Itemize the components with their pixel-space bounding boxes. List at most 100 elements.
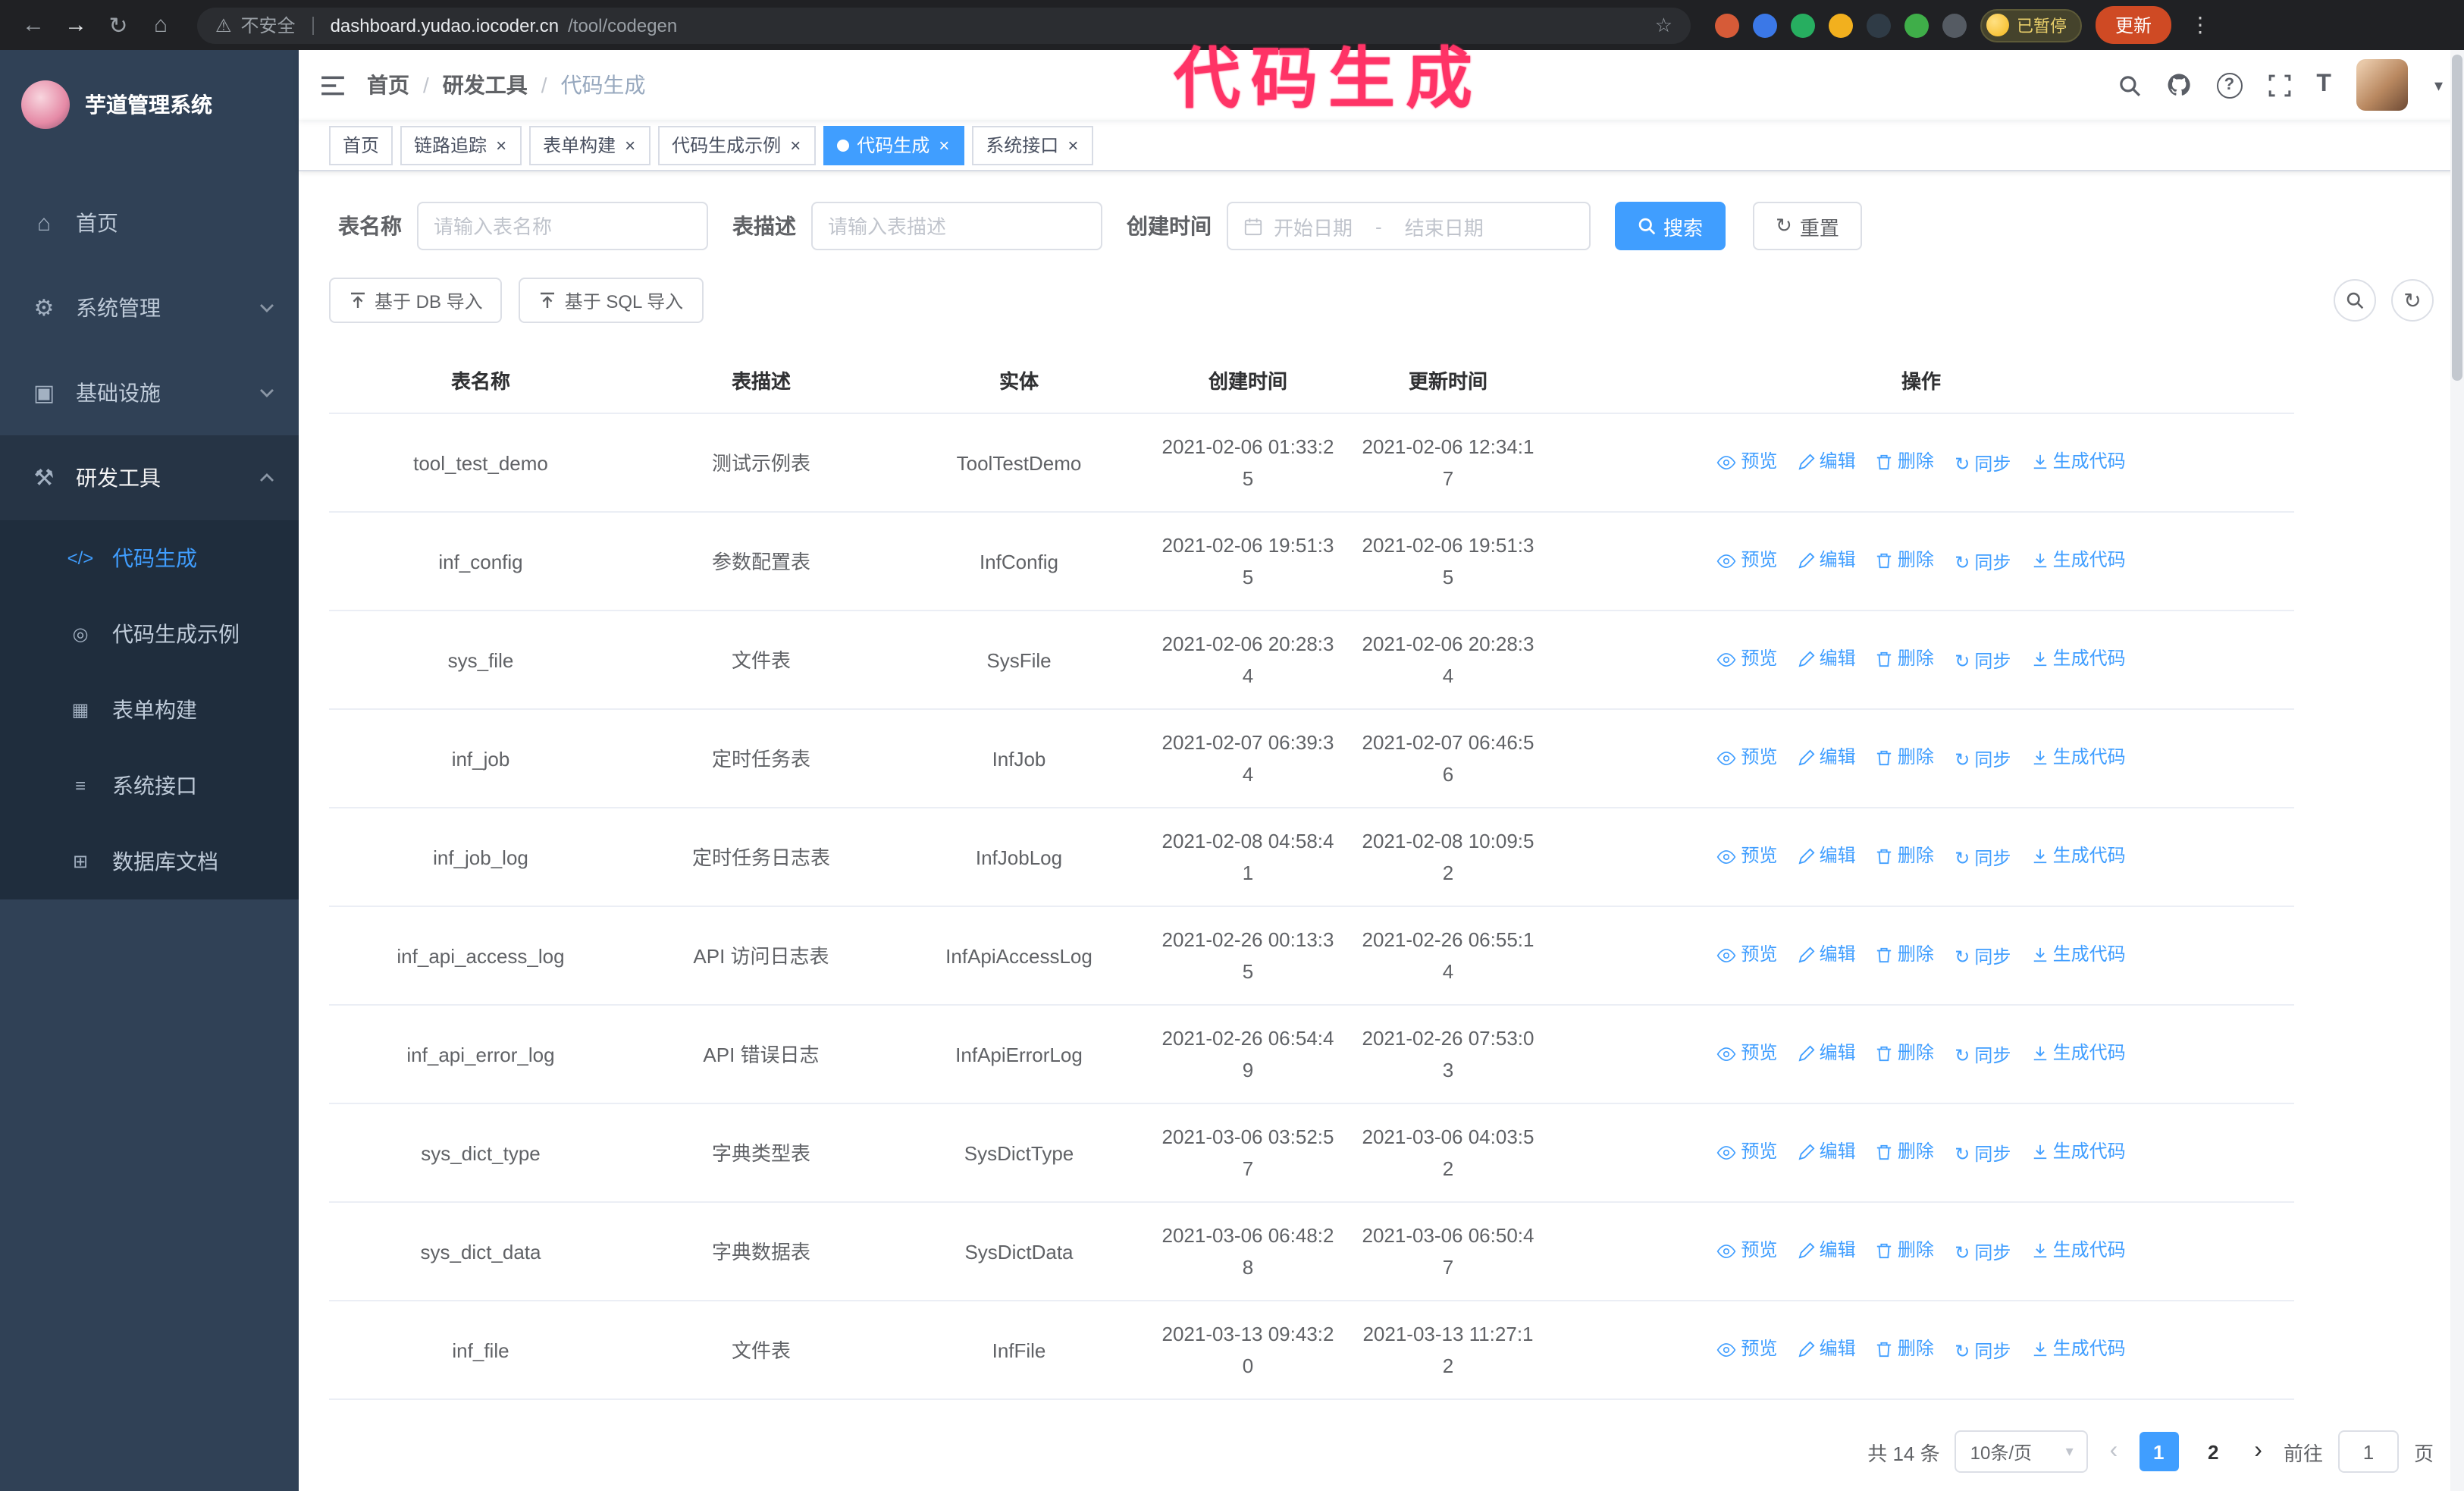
- breadcrumb-home[interactable]: 首页: [367, 70, 409, 100]
- generate-code-link[interactable]: 生成代码: [2032, 544, 2126, 576]
- generate-code-link[interactable]: 生成代码: [2032, 1135, 2126, 1167]
- edit-link[interactable]: 编辑: [1798, 1135, 1856, 1167]
- sidebar-item-devtools[interactable]: ⚒ 研发工具: [0, 435, 299, 520]
- sidebar-item-home[interactable]: ⌂ 首页: [0, 180, 299, 265]
- delete-link[interactable]: 删除: [1876, 741, 1934, 773]
- scrollbar-thumb[interactable]: [2452, 55, 2462, 381]
- extension-icon[interactable]: [1753, 13, 1777, 37]
- browser-home-button[interactable]: ⌂: [143, 12, 179, 38]
- generate-code-link[interactable]: 生成代码: [2032, 1037, 2126, 1069]
- page-number-1[interactable]: 1: [2139, 1432, 2179, 1471]
- browser-reload-button[interactable]: ↻: [100, 11, 136, 39]
- sidebar-item-infra[interactable]: ▣ 基础设施: [0, 350, 299, 435]
- delete-link[interactable]: 删除: [1876, 642, 1934, 674]
- delete-link[interactable]: 删除: [1876, 544, 1934, 576]
- search-button[interactable]: 搜索: [1615, 202, 1726, 250]
- edit-link[interactable]: 编辑: [1798, 840, 1856, 871]
- extension-icon[interactable]: [1791, 13, 1815, 37]
- generate-code-link[interactable]: 生成代码: [2032, 938, 2126, 970]
- generate-code-link[interactable]: 生成代码: [2032, 445, 2126, 477]
- preview-link[interactable]: 预览: [1716, 742, 1777, 774]
- sync-link[interactable]: ↻ 同步: [1955, 448, 2011, 480]
- close-tab-icon[interactable]: ×: [623, 136, 637, 154]
- delete-link[interactable]: 删除: [1876, 1135, 1934, 1167]
- fullscreen-icon[interactable]: [2268, 74, 2290, 96]
- delete-link[interactable]: 删除: [1876, 938, 1934, 970]
- prev-page-button[interactable]: ‹: [2104, 1439, 2124, 1464]
- sidebar-item-system[interactable]: ⚙ 系统管理: [0, 265, 299, 350]
- user-avatar[interactable]: [2356, 59, 2409, 111]
- page-scrollbar[interactable]: [2450, 50, 2464, 1491]
- github-icon[interactable]: [2166, 73, 2190, 97]
- delete-link[interactable]: 删除: [1876, 840, 1934, 871]
- import-sql-button[interactable]: 基于 SQL 导入: [519, 278, 704, 323]
- extension-icon[interactable]: [1904, 13, 1929, 37]
- edit-link[interactable]: 编辑: [1798, 445, 1856, 477]
- toggle-search-button[interactable]: [2334, 279, 2376, 322]
- bookmark-star-icon[interactable]: ☆: [1655, 13, 1672, 37]
- generate-code-link[interactable]: 生成代码: [2032, 642, 2126, 674]
- edit-link[interactable]: 编辑: [1798, 1332, 1856, 1364]
- extension-icon[interactable]: [1829, 13, 1853, 37]
- tab-home[interactable]: 首页: [329, 125, 393, 165]
- close-tab-icon[interactable]: ×: [788, 136, 802, 154]
- avatar-caret-icon[interactable]: ▾: [2434, 75, 2443, 95]
- edit-link[interactable]: 编辑: [1798, 544, 1856, 576]
- edit-link[interactable]: 编辑: [1798, 1234, 1856, 1266]
- generate-code-link[interactable]: 生成代码: [2032, 741, 2126, 773]
- preview-link[interactable]: 预览: [1716, 446, 1777, 478]
- help-icon[interactable]: ?: [2216, 72, 2243, 99]
- edit-link[interactable]: 编辑: [1798, 741, 1856, 773]
- import-db-button[interactable]: 基于 DB 导入: [329, 278, 503, 323]
- browser-update-button[interactable]: 更新: [2096, 6, 2172, 44]
- preview-link[interactable]: 预览: [1716, 840, 1777, 872]
- generate-code-link[interactable]: 生成代码: [2032, 1332, 2126, 1364]
- sidebar-item-system-api[interactable]: ≡ 系统接口: [0, 748, 299, 824]
- browser-forward-button[interactable]: →: [58, 12, 94, 38]
- tab-system-api[interactable]: 系统接口 ×: [972, 125, 1094, 165]
- delete-link[interactable]: 删除: [1876, 1234, 1934, 1266]
- refresh-table-button[interactable]: ↻: [2391, 279, 2434, 322]
- sync-link[interactable]: ↻ 同步: [1955, 1336, 2011, 1367]
- date-range-picker[interactable]: 开始日期 - 结束日期: [1227, 202, 1591, 250]
- next-page-button[interactable]: ›: [2248, 1439, 2268, 1464]
- font-size-icon[interactable]: T: [2316, 71, 2331, 99]
- preview-link[interactable]: 预览: [1716, 1037, 1777, 1069]
- extension-icon[interactable]: [1715, 13, 1739, 37]
- sidebar-item-codegen-example[interactable]: ◎ 代码生成示例: [0, 596, 299, 672]
- browser-menu-icon[interactable]: ⋮: [2185, 12, 2215, 38]
- extension-icon[interactable]: [1867, 13, 1891, 37]
- tab-codegen-example[interactable]: 代码生成示例 ×: [658, 125, 817, 165]
- sync-link[interactable]: ↻ 同步: [1955, 744, 2011, 776]
- page-size-select[interactable]: 10条/页 ▾: [1955, 1430, 2089, 1473]
- delete-link[interactable]: 删除: [1876, 1037, 1934, 1069]
- sync-link[interactable]: ↻ 同步: [1955, 547, 2011, 579]
- tab-codegen[interactable]: 代码生成 ×: [823, 125, 965, 165]
- close-tab-icon[interactable]: ×: [937, 136, 951, 154]
- preview-link[interactable]: 预览: [1716, 1333, 1777, 1365]
- tab-trace[interactable]: 链路追踪 ×: [400, 125, 522, 165]
- app-logo[interactable]: 芋道管理系统: [0, 50, 299, 159]
- sidebar-toggle-icon[interactable]: [320, 74, 346, 96]
- preview-link[interactable]: 预览: [1716, 545, 1777, 576]
- close-tab-icon[interactable]: ×: [1066, 136, 1080, 154]
- table-name-input[interactable]: [417, 202, 708, 250]
- sidebar-item-codegen[interactable]: </> 代码生成: [0, 520, 299, 596]
- preview-link[interactable]: 预览: [1716, 1235, 1777, 1267]
- edit-link[interactable]: 编辑: [1798, 642, 1856, 674]
- reset-button[interactable]: ↻ 重置: [1753, 202, 1862, 250]
- preview-link[interactable]: 预览: [1716, 939, 1777, 971]
- sync-link[interactable]: ↻ 同步: [1955, 1040, 2011, 1072]
- sidebar-item-form-builder[interactable]: ▦ 表单构建: [0, 672, 299, 748]
- sync-link[interactable]: ↻ 同步: [1955, 645, 2011, 677]
- preview-link[interactable]: 预览: [1716, 1136, 1777, 1168]
- tab-form-builder[interactable]: 表单构建 ×: [529, 125, 651, 165]
- page-number-2[interactable]: 2: [2193, 1432, 2233, 1471]
- edit-link[interactable]: 编辑: [1798, 1037, 1856, 1069]
- generate-code-link[interactable]: 生成代码: [2032, 840, 2126, 871]
- delete-link[interactable]: 删除: [1876, 1332, 1934, 1364]
- browser-back-button[interactable]: ←: [15, 12, 52, 38]
- sidebar-item-db-docs[interactable]: ⊞ 数据库文档: [0, 824, 299, 899]
- search-icon[interactable]: [2118, 74, 2140, 96]
- breadcrumb-devtools[interactable]: 研发工具: [443, 70, 528, 100]
